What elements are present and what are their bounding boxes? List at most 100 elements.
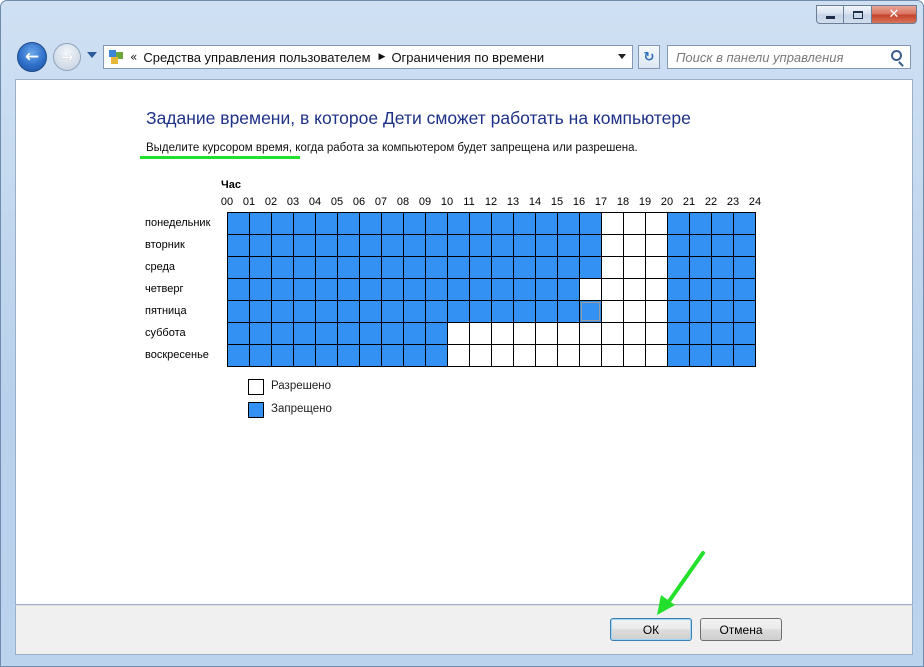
- schedule-cell[interactable]: [250, 323, 272, 345]
- schedule-cell[interactable]: [228, 235, 250, 257]
- schedule-cell[interactable]: [536, 323, 558, 345]
- schedule-cell[interactable]: [250, 301, 272, 323]
- schedule-cell[interactable]: [426, 235, 448, 257]
- schedule-cell[interactable]: [338, 235, 360, 257]
- schedule-cell[interactable]: [624, 213, 646, 235]
- schedule-cell[interactable]: [448, 257, 470, 279]
- schedule-cell[interactable]: [404, 301, 426, 323]
- schedule-cell[interactable]: [734, 279, 756, 301]
- refresh-button[interactable]: ↻: [638, 45, 660, 69]
- schedule-cell[interactable]: [272, 235, 294, 257]
- recent-pages-dropdown[interactable]: [87, 52, 97, 58]
- schedule-cell[interactable]: [294, 235, 316, 257]
- schedule-cell[interactable]: [514, 345, 536, 367]
- schedule-cell[interactable]: [382, 235, 404, 257]
- schedule-cell[interactable]: [294, 213, 316, 235]
- schedule-cell[interactable]: [316, 301, 338, 323]
- schedule-cell[interactable]: [294, 345, 316, 367]
- schedule-cell[interactable]: [382, 323, 404, 345]
- schedule-cell[interactable]: [360, 257, 382, 279]
- schedule-cell[interactable]: [338, 279, 360, 301]
- schedule-cell[interactable]: [360, 213, 382, 235]
- schedule-cell[interactable]: [492, 301, 514, 323]
- schedule-cell[interactable]: [536, 279, 558, 301]
- schedule-cell[interactable]: [228, 213, 250, 235]
- schedule-cell[interactable]: [360, 345, 382, 367]
- schedule-cell[interactable]: [338, 323, 360, 345]
- schedule-cell[interactable]: [668, 279, 690, 301]
- schedule-cell[interactable]: [382, 301, 404, 323]
- schedule-cell[interactable]: [316, 213, 338, 235]
- schedule-cell[interactable]: [690, 279, 712, 301]
- schedule-cell[interactable]: [448, 323, 470, 345]
- schedule-cell[interactable]: [602, 323, 624, 345]
- schedule-cell[interactable]: [426, 257, 448, 279]
- schedule-cell[interactable]: [316, 345, 338, 367]
- schedule-cell[interactable]: [602, 235, 624, 257]
- schedule-cell[interactable]: [580, 235, 602, 257]
- breadcrumb-arrow-icon[interactable]: ▶: [379, 52, 386, 62]
- schedule-cell[interactable]: [426, 301, 448, 323]
- schedule-cell[interactable]: [250, 345, 272, 367]
- schedule-cell[interactable]: [536, 213, 558, 235]
- schedule-cell[interactable]: [492, 213, 514, 235]
- schedule-cell[interactable]: [272, 323, 294, 345]
- schedule-cell[interactable]: [712, 257, 734, 279]
- breadcrumb-overflow[interactable]: «: [130, 50, 137, 64]
- schedule-cell[interactable]: [470, 257, 492, 279]
- search-icon[interactable]: [891, 50, 902, 61]
- schedule-cell[interactable]: [338, 257, 360, 279]
- schedule-cell[interactable]: [250, 235, 272, 257]
- schedule-cell[interactable]: [250, 213, 272, 235]
- schedule-cell[interactable]: [404, 279, 426, 301]
- search-input[interactable]: Поиск в панели управления: [676, 50, 843, 65]
- schedule-cell[interactable]: [338, 345, 360, 367]
- schedule-cell[interactable]: [294, 301, 316, 323]
- minimize-button[interactable]: [816, 5, 843, 24]
- schedule-cell[interactable]: [360, 301, 382, 323]
- schedule-cell[interactable]: [668, 213, 690, 235]
- schedule-cell[interactable]: [272, 257, 294, 279]
- schedule-cell[interactable]: [228, 279, 250, 301]
- schedule-cell[interactable]: [272, 279, 294, 301]
- schedule-cell[interactable]: [624, 345, 646, 367]
- schedule-cell[interactable]: [360, 235, 382, 257]
- schedule-cell[interactable]: [404, 235, 426, 257]
- schedule-cell[interactable]: [360, 323, 382, 345]
- schedule-cell[interactable]: [294, 279, 316, 301]
- schedule-cell[interactable]: [272, 301, 294, 323]
- schedule-cell[interactable]: [734, 323, 756, 345]
- schedule-cell[interactable]: [536, 301, 558, 323]
- schedule-cell[interactable]: [580, 213, 602, 235]
- schedule-cell[interactable]: [250, 257, 272, 279]
- schedule-cell[interactable]: [558, 235, 580, 257]
- schedule-cell[interactable]: [734, 257, 756, 279]
- schedule-cell[interactable]: [338, 213, 360, 235]
- schedule-cell[interactable]: [602, 279, 624, 301]
- schedule-cell[interactable]: [514, 323, 536, 345]
- schedule-cell[interactable]: [382, 279, 404, 301]
- schedule-cell[interactable]: [382, 345, 404, 367]
- breadcrumb-time-limits[interactable]: Ограничения по времени: [391, 50, 544, 65]
- schedule-cell[interactable]: [558, 345, 580, 367]
- schedule-cell[interactable]: [536, 235, 558, 257]
- schedule-cell[interactable]: [580, 301, 602, 323]
- schedule-cell[interactable]: [316, 257, 338, 279]
- schedule-cell[interactable]: [558, 257, 580, 279]
- schedule-cell[interactable]: [734, 345, 756, 367]
- schedule-cell[interactable]: [712, 279, 734, 301]
- schedule-cell[interactable]: [228, 301, 250, 323]
- schedule-cell[interactable]: [712, 235, 734, 257]
- schedule-cell[interactable]: [690, 323, 712, 345]
- schedule-cell[interactable]: [404, 345, 426, 367]
- schedule-cell[interactable]: [690, 213, 712, 235]
- schedule-cell[interactable]: [404, 213, 426, 235]
- schedule-cell[interactable]: [316, 279, 338, 301]
- schedule-cell[interactable]: [536, 257, 558, 279]
- schedule-cell[interactable]: [426, 213, 448, 235]
- schedule-cell[interactable]: [580, 279, 602, 301]
- schedule-cell[interactable]: [712, 323, 734, 345]
- schedule-cell[interactable]: [492, 279, 514, 301]
- schedule-cell[interactable]: [470, 279, 492, 301]
- address-bar[interactable]: « Средства управления пользователем ▶ Ог…: [103, 45, 633, 69]
